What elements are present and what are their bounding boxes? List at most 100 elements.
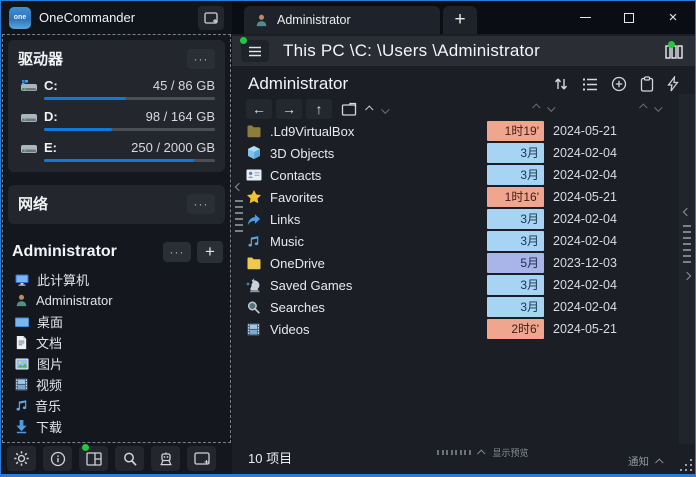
drives-card: 驱动器 ··· C: 45 / 86 GB D: 98 / 164 GB [8, 40, 225, 172]
sidebar-item-label: Administrator [36, 293, 113, 308]
file-row[interactable]: Music 3月 2024-02-04 [246, 230, 618, 252]
panel-header: Administrator [232, 70, 695, 98]
new-window-button[interactable] [198, 6, 224, 30]
sort-icon[interactable] [553, 76, 569, 92]
preview-drag-handle[interactable] [437, 450, 471, 455]
file-name: Contacts [270, 168, 487, 183]
file-row[interactable]: Searches 3月 2024-02-04 [246, 296, 618, 318]
close-icon: × [669, 10, 678, 25]
file-age-badge: 3月 [487, 209, 544, 229]
lightning-icon[interactable] [667, 76, 679, 92]
drive-usage-fill [44, 128, 112, 131]
sidebar-item-label: 图片 [37, 354, 63, 373]
drive-letter: E: [44, 140, 57, 155]
sidebar-item-administrator[interactable]: Administrator [12, 290, 223, 311]
sidebar-item-label: 桌面 [37, 312, 63, 331]
file-row[interactable]: Links 3月 2024-02-04 [246, 208, 618, 230]
chevron-left-icon [683, 208, 691, 216]
file-date: 2024-05-21 [544, 190, 618, 204]
chevron-up-icon [639, 103, 647, 111]
breadcrumb-path[interactable]: This PC \C: \Users \Administrator [283, 41, 540, 61]
tab-administrator[interactable]: Administrator [244, 6, 440, 34]
badge-column-sort[interactable] [534, 104, 555, 110]
forward-button[interactable]: → [276, 99, 302, 119]
splitter-handle[interactable] [235, 200, 243, 232]
drive-row-d[interactable]: D: 98 / 164 GB [18, 109, 215, 124]
settings-button[interactable] [7, 446, 36, 471]
arrow-left-icon: ← [252, 101, 266, 117]
drive-usage-bar [44, 128, 215, 131]
view-list-icon[interactable] [582, 77, 598, 92]
file-row[interactable]: Saved Games 3月 2024-02-04 [246, 274, 618, 296]
drive-row-e[interactable]: E: 250 / 2000 GB [18, 140, 215, 155]
drive-icon [18, 79, 40, 93]
info-button[interactable] [43, 446, 72, 471]
chevron-down-icon [381, 105, 389, 113]
picture-icon [14, 356, 30, 372]
collapse-all-button[interactable] [367, 106, 373, 112]
splitter-handle[interactable] [683, 225, 691, 263]
file-row[interactable]: Videos 2时6' 2024-05-21 [246, 318, 618, 340]
preview-toggle[interactable]: 显示预览 [437, 446, 529, 459]
right-panel-splitter[interactable] [679, 94, 695, 444]
up-button[interactable]: ↑ [306, 99, 332, 119]
breadcrumb-bar: This PC \C: \Users \Administrator [232, 36, 695, 66]
drive-usage: 250 / 2000 GB [131, 140, 215, 155]
contacts-icon [246, 167, 263, 184]
expand-all-button[interactable] [383, 106, 389, 112]
sidebar-item-music[interactable]: 音乐 [12, 395, 223, 416]
drives-menu-button[interactable]: ··· [187, 49, 215, 69]
file-row[interactable]: Favorites 1时16' 2024-05-21 [246, 186, 618, 208]
drive-row-c[interactable]: C: 45 / 86 GB [18, 78, 215, 93]
sidebar-item-downloads[interactable]: 下载 [12, 416, 223, 437]
computer-icon [14, 272, 30, 288]
file-name: Saved Games [270, 278, 487, 293]
sidebar-item-pictures[interactable]: 图片 [12, 353, 223, 374]
automation-button[interactable] [151, 446, 180, 471]
add-favorite-button[interactable]: + [197, 241, 223, 263]
new-tab-button[interactable]: + [443, 6, 477, 34]
dual-pane-button[interactable] [79, 446, 108, 471]
back-button[interactable]: ← [246, 99, 272, 119]
minimize-button[interactable] [563, 1, 607, 34]
maximize-button[interactable] [607, 1, 651, 34]
chevron-up-icon [365, 105, 373, 113]
file-row[interactable]: Contacts 3月 2024-02-04 [246, 164, 618, 186]
clipboard-icon[interactable] [640, 76, 654, 92]
sidebar-item-documents[interactable]: 文档 [12, 332, 223, 353]
add-circle-icon[interactable] [611, 76, 627, 92]
search-icon [122, 451, 138, 467]
folder-icon [246, 255, 263, 272]
sidebar-item-this-pc[interactable]: 此计算机 [12, 269, 223, 290]
drive-letter: C: [44, 78, 58, 93]
date-column-sort[interactable] [641, 104, 662, 110]
app-logo-icon: one [9, 7, 31, 29]
user-menu-button[interactable]: ··· [163, 242, 191, 262]
left-panel-splitter[interactable] [233, 184, 245, 242]
open-folder-button[interactable] [341, 102, 357, 116]
resize-grip[interactable] [679, 458, 693, 472]
file-row[interactable]: 3D Objects 3月 2024-02-04 [246, 142, 618, 164]
sidebar-item-videos[interactable]: 视频 [12, 374, 223, 395]
status-dot [82, 444, 89, 451]
close-button[interactable]: × [651, 1, 695, 34]
title-bar: one OneCommander Administrator + × [1, 1, 695, 34]
file-row[interactable]: .Ld9VirtualBox 1时19' 2024-05-21 [246, 120, 618, 142]
user-icon [254, 13, 269, 28]
network-menu-button[interactable]: ··· [187, 194, 215, 214]
window-plus-icon [194, 452, 210, 465]
info-icon [50, 451, 66, 467]
columns-view-button[interactable] [665, 43, 683, 59]
file-date: 2024-02-04 [544, 212, 618, 226]
search-button[interactable] [115, 446, 144, 471]
new-window-button-bottom[interactable] [187, 446, 216, 471]
drives-section-title: 驱动器 [18, 48, 63, 69]
chevron-up-icon [655, 458, 663, 466]
notifications-toggle[interactable]: 通知 [628, 454, 663, 469]
network-card: 网络 ··· [8, 185, 225, 224]
user-icon [14, 293, 29, 308]
sidebar-item-desktop[interactable]: 桌面 [12, 311, 223, 332]
panel-menu-button[interactable] [241, 40, 269, 62]
chevron-up-icon [532, 103, 540, 111]
file-row[interactable]: OneDrive 5月 2023-12-03 [246, 252, 618, 274]
